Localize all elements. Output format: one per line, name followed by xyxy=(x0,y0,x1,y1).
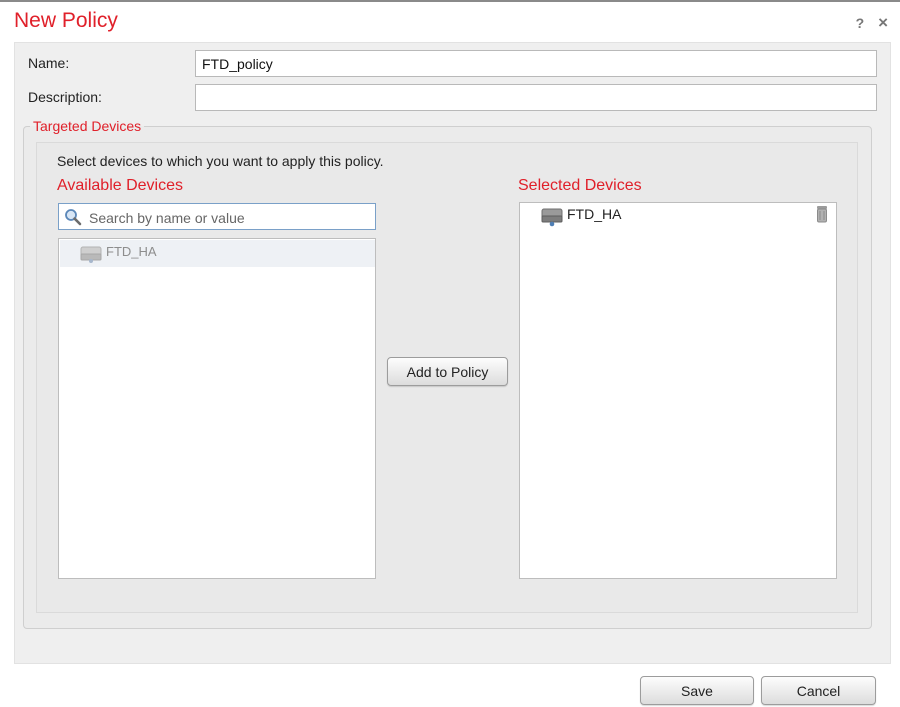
description-label: Description: xyxy=(28,89,102,105)
window-top-border xyxy=(0,0,900,2)
list-item[interactable]: FTD_HA xyxy=(60,240,375,267)
save-button[interactable]: Save xyxy=(640,676,754,705)
device-label: FTD_HA xyxy=(567,206,622,222)
device-icon xyxy=(541,208,563,227)
search-icon xyxy=(65,209,82,226)
cancel-button[interactable]: Cancel xyxy=(761,676,876,705)
trash-icon[interactable] xyxy=(815,205,829,223)
list-item[interactable]: FTD_HA xyxy=(521,204,835,228)
search-input[interactable] xyxy=(87,206,375,229)
instruction-text: Select devices to which you want to appl… xyxy=(57,153,384,169)
available-devices-list: FTD_HA xyxy=(58,238,376,579)
help-icon[interactable]: ? xyxy=(856,15,865,31)
targeted-devices-legend: Targeted Devices xyxy=(33,118,142,134)
selected-devices-title: Selected Devices xyxy=(518,177,642,194)
device-search xyxy=(58,203,376,230)
selected-devices-list: FTD_HA xyxy=(519,202,837,579)
device-label: FTD_HA xyxy=(106,244,157,259)
add-to-policy-button[interactable]: Add to Policy xyxy=(387,357,508,386)
device-icon xyxy=(80,246,102,263)
name-label: Name: xyxy=(28,55,70,71)
description-field[interactable] xyxy=(195,84,877,111)
name-field[interactable] xyxy=(195,50,877,77)
dialog-title: New Policy xyxy=(14,9,118,32)
available-devices-title: Available Devices xyxy=(57,177,183,194)
header-icons: ? × xyxy=(846,13,888,33)
close-icon[interactable]: × xyxy=(878,13,888,32)
